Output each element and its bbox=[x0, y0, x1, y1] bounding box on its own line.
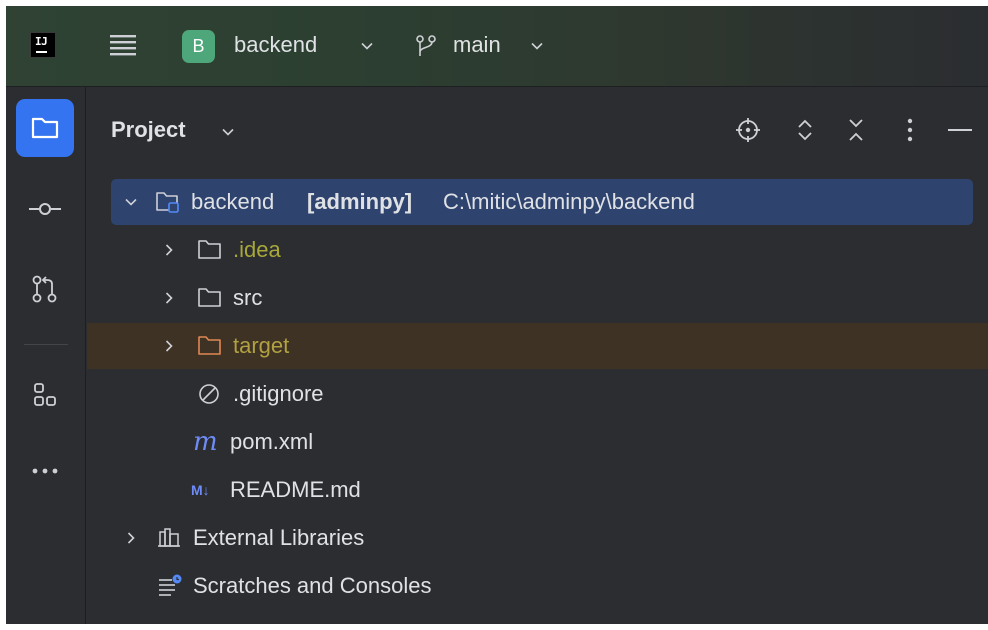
markdown-file-icon: M↓ bbox=[191, 482, 210, 498]
more-tool-windows-button[interactable] bbox=[16, 442, 74, 500]
ignore-file-icon bbox=[199, 384, 219, 404]
intellij-logo[interactable]: IJ bbox=[30, 32, 56, 58]
commit-icon bbox=[29, 203, 61, 215]
collapse-all-button[interactable] bbox=[841, 115, 871, 145]
chevron-right-icon[interactable] bbox=[123, 530, 139, 546]
folder-icon bbox=[198, 288, 221, 307]
project-tool-button[interactable] bbox=[16, 99, 74, 157]
tree-item-external-libraries[interactable]: External Libraries bbox=[87, 515, 988, 561]
more-icon bbox=[32, 468, 58, 474]
tool-window-strip bbox=[6, 87, 86, 624]
hide-panel-button[interactable] bbox=[945, 115, 975, 145]
pull-requests-tool-button[interactable] bbox=[16, 260, 74, 318]
tree-item-pom[interactable]: m pom.xml bbox=[87, 419, 988, 465]
logo-text: IJ bbox=[35, 35, 48, 48]
ide-window: IJ B backend main Project backend [admin… bbox=[6, 6, 988, 624]
tree-item-idea[interactable]: .idea bbox=[87, 227, 988, 273]
root-path: C:\mitic\adminpy\backend bbox=[443, 189, 695, 214]
project-panel: Project backend [adminpy] C:\mitic\admin… bbox=[87, 87, 988, 624]
tree-item-readme[interactable]: M↓ README.md bbox=[87, 467, 988, 513]
structure-icon bbox=[34, 383, 56, 406]
main-menu-icon[interactable] bbox=[108, 30, 138, 60]
tree-item-label: target bbox=[233, 333, 290, 358]
tree-item-src[interactable]: src bbox=[87, 275, 988, 321]
folder-icon bbox=[31, 117, 59, 139]
folder-icon bbox=[198, 240, 221, 259]
tree-item-scratches[interactable]: Scratches and Consoles bbox=[87, 563, 988, 609]
pull-request-icon bbox=[32, 275, 57, 303]
chevron-down-icon[interactable] bbox=[360, 39, 374, 53]
project-switcher[interactable]: backend bbox=[234, 32, 317, 58]
branch-switcher[interactable]: main bbox=[453, 32, 501, 58]
commit-tool-button[interactable] bbox=[16, 180, 74, 238]
module-folder-icon bbox=[156, 192, 179, 213]
tree-item-label: .idea bbox=[233, 237, 281, 262]
panel-title[interactable]: Project bbox=[111, 117, 186, 143]
collapse-all-icon bbox=[849, 119, 863, 141]
hide-icon bbox=[948, 129, 972, 131]
maven-file-icon: m bbox=[193, 427, 218, 457]
tree-item-gitignore[interactable]: .gitignore bbox=[87, 371, 988, 417]
tree-item-label: Scratches and Consoles bbox=[193, 573, 432, 598]
root-name: backend bbox=[191, 189, 275, 214]
tree-item-label: .gitignore bbox=[233, 381, 324, 406]
locate-button[interactable] bbox=[733, 115, 763, 145]
excluded-folder-icon bbox=[198, 336, 221, 355]
tree-item-label: src bbox=[233, 285, 263, 310]
library-icon bbox=[158, 528, 180, 547]
expand-all-icon bbox=[798, 119, 812, 141]
chevron-right-icon[interactable] bbox=[161, 338, 177, 354]
options-icon bbox=[907, 118, 913, 142]
structure-tool-button[interactable] bbox=[16, 366, 74, 424]
chevron-down-icon[interactable] bbox=[123, 194, 139, 210]
tree-item-label: External Libraries bbox=[193, 525, 365, 550]
chevron-right-icon[interactable] bbox=[161, 290, 177, 306]
chevron-down-icon[interactable] bbox=[221, 125, 235, 139]
chevron-right-icon[interactable] bbox=[161, 242, 177, 258]
scratches-icon bbox=[159, 574, 182, 596]
tree-root-row[interactable]: backend [adminpy] C:\mitic\adminpy\backe… bbox=[111, 179, 973, 225]
tree-item-label: pom.xml bbox=[230, 429, 314, 454]
tool-strip-divider bbox=[24, 344, 68, 345]
chevron-down-icon[interactable] bbox=[530, 39, 544, 53]
tree-item-target[interactable]: target bbox=[87, 323, 988, 369]
locate-icon bbox=[736, 118, 760, 142]
git-branch-icon bbox=[416, 35, 436, 56]
expand-all-button[interactable] bbox=[790, 115, 820, 145]
options-button[interactable] bbox=[895, 115, 925, 145]
tree-item-label: README.md bbox=[230, 477, 361, 502]
root-module: [adminpy] bbox=[307, 189, 413, 214]
project-badge[interactable]: B bbox=[182, 30, 215, 63]
title-bar: IJ B backend main bbox=[6, 6, 988, 87]
